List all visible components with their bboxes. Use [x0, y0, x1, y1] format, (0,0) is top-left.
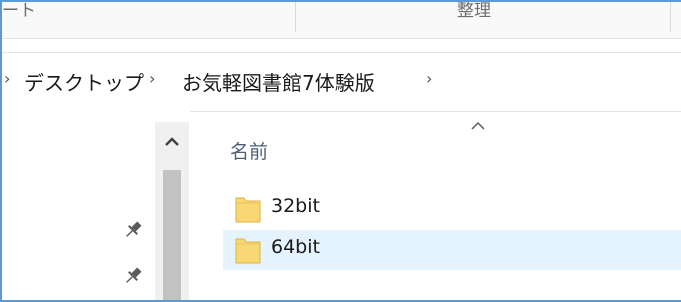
scroll-up-button[interactable]: [155, 122, 189, 162]
chevron-right-icon[interactable]: ›: [149, 69, 155, 88]
address-bar[interactable]: › デスクトップ › お気軽図書館7体験版 ›: [2, 52, 681, 112]
breadcrumb-current-folder[interactable]: お気軽図書館7体験版: [182, 67, 375, 96]
ribbon-separator: [295, 2, 296, 32]
pin-icon[interactable]: [122, 265, 144, 287]
ribbon-group-label-organize: 整理: [457, 2, 491, 21]
chevron-right-icon[interactable]: ›: [426, 69, 432, 88]
breadcrumb-desktop[interactable]: デスクトップ: [24, 67, 144, 96]
folder-icon: [235, 238, 261, 264]
list-item-64bit[interactable]: 64bit: [223, 230, 681, 270]
navigation-scrollbar[interactable]: [155, 122, 189, 300]
file-name[interactable]: 64bit: [271, 236, 320, 258]
scrollbar-thumb[interactable]: [163, 170, 181, 300]
folder-icon: [235, 197, 261, 223]
chevron-up-icon: [165, 137, 179, 146]
file-list: 名前 32bit 64bit: [190, 111, 681, 300]
column-header-name[interactable]: 名前: [230, 137, 268, 164]
list-item-32bit[interactable]: 32bit: [223, 189, 681, 229]
file-name[interactable]: 32bit: [271, 195, 320, 217]
pin-icon[interactable]: [122, 219, 144, 241]
ribbon: ート 整理: [2, 2, 681, 39]
ribbon-group-label-left: ート: [2, 2, 36, 21]
explorer-window: ート 整理 › デスクトップ › お気軽図書館7体験版 › 名前 32bit 6…: [0, 0, 681, 302]
breadcrumb-separator: ›: [4, 69, 11, 88]
sort-ascending-icon: [471, 121, 485, 130]
ribbon-separator: [670, 2, 671, 32]
